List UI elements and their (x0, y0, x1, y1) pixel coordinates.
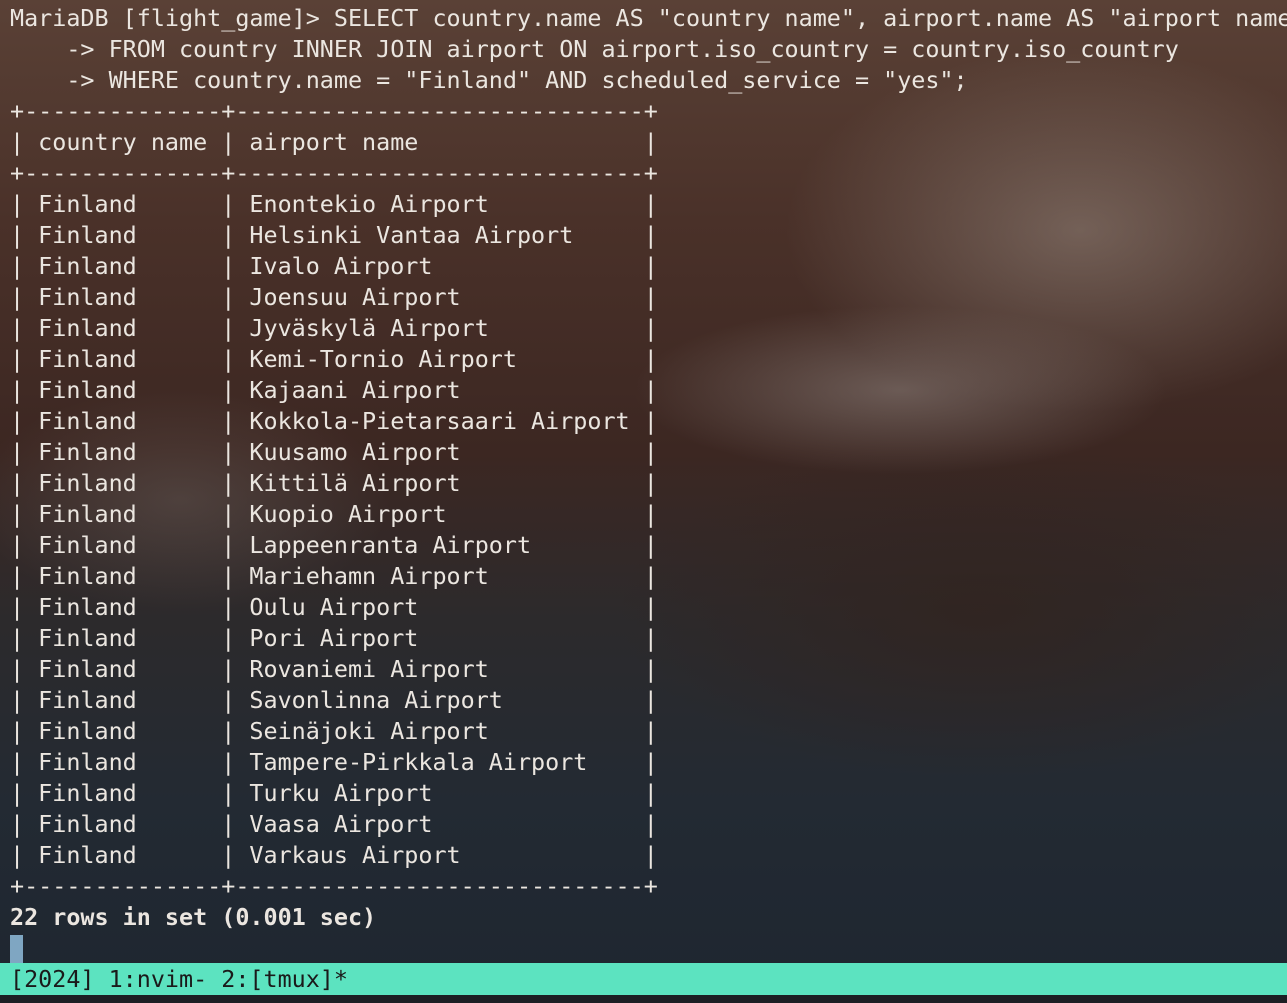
table-row: | Finland | Mariehamn Airport | (10, 562, 658, 590)
window-bottom-edge (0, 995, 1287, 1003)
table-row: | Finland | Pori Airport | (10, 624, 658, 652)
table-row: | Finland | Joensuu Airport | (10, 283, 658, 311)
sql-continuation-line: -> WHERE country.name = "Finland" AND sc… (10, 66, 968, 94)
sql-prompt-line: MariaDB [flight_game]> SELECT country.na… (10, 4, 1287, 32)
table-border-header: +--------------+------------------------… (10, 159, 658, 187)
table-border-bottom: +--------------+------------------------… (10, 872, 658, 900)
table-row: | Finland | Kajaani Airport | (10, 376, 658, 404)
table-row: | Finland | Helsinki Vantaa Airport | (10, 221, 658, 249)
sql-continuation-line: -> FROM country INNER JOIN airport ON ai… (10, 35, 1179, 63)
table-row: | Finland | Kittilä Airport | (10, 469, 658, 497)
table-row: | Finland | Kuusamo Airport | (10, 438, 658, 466)
table-row: | Finland | Kokkola-Pietarsaari Airport … (10, 407, 658, 435)
result-summary: 22 rows in set (0.001 sec) (10, 903, 377, 931)
table-row: | Finland | Lappeenranta Airport | (10, 531, 658, 559)
terminal-window[interactable]: MariaDB [flight_game]> SELECT country.na… (0, 0, 1287, 963)
table-border-top: +--------------+------------------------… (10, 97, 658, 125)
table-row: | Finland | Rovaniemi Airport | (10, 655, 658, 683)
table-row: | Finland | Kemi-Tornio Airport | (10, 345, 658, 373)
table-row: | Finland | Kuopio Airport | (10, 500, 658, 528)
table-row: | Finland | Jyväskylä Airport | (10, 314, 658, 342)
table-row: | Finland | Ivalo Airport | (10, 252, 658, 280)
table-row: | Finland | Turku Airport | (10, 779, 658, 807)
table-row: | Finland | Oulu Airport | (10, 593, 658, 621)
table-row: | Finland | Seinäjoki Airport | (10, 717, 658, 745)
table-row: | Finland | Varkaus Airport | (10, 841, 658, 869)
table-header: | country name | airport name | (10, 128, 658, 156)
table-row: | Finland | Savonlinna Airport | (10, 686, 658, 714)
terminal-cursor (10, 935, 23, 963)
table-row: | Finland | Vaasa Airport | (10, 810, 658, 838)
tmux-status-bar[interactable]: [2024] 1:nvim- 2:[tmux]* (0, 963, 1287, 995)
table-row: | Finland | Enontekio Airport | (10, 190, 658, 218)
table-row: | Finland | Tampere-Pirkkala Airport | (10, 748, 658, 776)
